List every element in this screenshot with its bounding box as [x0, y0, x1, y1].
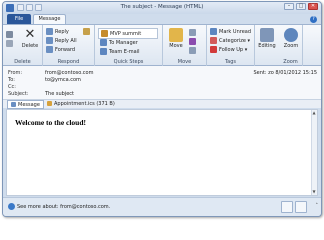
delete-group: ✕ Delete Delete: [3, 25, 43, 66]
calendar-icon: [47, 101, 52, 106]
tab-file[interactable]: File: [7, 14, 31, 24]
move-icon: [169, 28, 183, 42]
close-button[interactable]: ✕: [308, 3, 318, 10]
magnifier-icon: [284, 28, 298, 42]
tab-message[interactable]: Message: [33, 14, 66, 24]
mark-unread-button[interactable]: Mark Unread: [210, 28, 251, 35]
ribbon-tabs: File Message ?: [3, 14, 321, 24]
actions-icon[interactable]: [189, 47, 198, 54]
see-more-text: See more about: from@contoso.com.: [17, 204, 111, 210]
help-icon[interactable]: ?: [310, 16, 317, 23]
respond-group: Reply Reply All Forward Respond: [43, 25, 95, 66]
subject-value: The subject: [45, 91, 75, 97]
info-icon: [8, 203, 15, 210]
reply-all-icon: [46, 37, 53, 44]
forward-button[interactable]: Forward: [46, 46, 75, 53]
move-button[interactable]: Move: [166, 28, 186, 49]
scroll-down-icon[interactable]: ▼: [311, 189, 317, 195]
outlook-message-window: The subject - Message (HTML) – □ ✕ File …: [2, 1, 322, 217]
delete-group-label: Delete: [14, 59, 31, 65]
reply-all-button[interactable]: Reply All: [46, 37, 77, 44]
tags-group: Mark Unread Categorize ▾ Follow Up ▾ Tag…: [207, 25, 255, 66]
window-controls: – □ ✕: [284, 3, 318, 10]
zoom-group: Zoom Zoom: [279, 25, 303, 66]
forward-icon: [46, 46, 53, 53]
people-pane: See more about: from@contoso.com. ˄: [3, 197, 321, 216]
attachment-file[interactable]: Appointment.ics (371 B): [47, 101, 115, 108]
quick-step-icon: [101, 30, 108, 37]
more-respond-icon[interactable]: [83, 28, 92, 35]
scroll-up-icon[interactable]: ▲: [311, 110, 317, 116]
from-label: From:: [8, 70, 23, 76]
message-body[interactable]: Welcome to the cloud! ▲ ▼: [6, 109, 318, 196]
move-group: Move Move: [163, 25, 207, 66]
follow-up-button[interactable]: Follow Up ▾: [210, 46, 247, 53]
subject-label: Subject:: [8, 91, 29, 97]
rules-icon[interactable]: [189, 29, 198, 36]
move-group-label: Move: [177, 59, 192, 65]
ribbon: ✕ Delete Delete Reply Reply All Forward …: [3, 24, 321, 66]
quick-step-to-manager[interactable]: To Manager: [98, 38, 140, 47]
quick-step-icon: [100, 39, 107, 46]
editing-group: Editing: [255, 25, 279, 66]
to-label: To:: [8, 77, 15, 83]
quick-steps-group-label: Quick Steps: [113, 59, 144, 65]
message-header: From: from@contoso.com To: to@ymca.com C…: [3, 66, 321, 109]
sent-date: Sent: zo 8/01/2012 15:15: [253, 70, 317, 76]
tags-group-label: Tags: [224, 59, 237, 65]
body-text: Welcome to the cloud!: [15, 118, 87, 127]
delete-icon: ✕: [24, 27, 36, 42]
title-bar: The subject - Message (HTML) – □ ✕: [3, 2, 321, 14]
flag-icon: [210, 46, 217, 53]
envelope-icon: [11, 102, 16, 107]
contact-photo[interactable]: [295, 201, 307, 213]
delete-button[interactable]: ✕ Delete: [18, 27, 42, 50]
cc-label: Cc:: [8, 84, 16, 90]
minimize-button[interactable]: –: [284, 3, 294, 10]
quick-step-icon: [100, 48, 107, 55]
window-title: The subject - Message (HTML): [120, 4, 204, 10]
expand-icon[interactable]: ˄: [316, 203, 319, 209]
quick-step-team-email[interactable]: Team E-mail: [98, 47, 141, 56]
reply-button[interactable]: Reply: [46, 28, 69, 35]
message-attachment-tab[interactable]: Message: [7, 100, 44, 109]
binoculars-icon: [260, 28, 274, 42]
attachment-strip: Message Appointment.ics (371 B): [3, 99, 321, 109]
editing-button[interactable]: Editing: [256, 28, 278, 49]
zoom-button[interactable]: Zoom: [281, 28, 301, 49]
onenote-icon[interactable]: [189, 38, 198, 45]
to-value[interactable]: to@ymca.com: [45, 77, 81, 83]
maximize-button[interactable]: □: [296, 3, 306, 10]
categorize-icon: [210, 37, 217, 44]
reply-icon: [46, 28, 53, 35]
categorize-button[interactable]: Categorize ▾: [210, 37, 250, 44]
junk-icon[interactable]: [6, 40, 15, 47]
respond-group-label: Respond: [57, 59, 80, 65]
zoom-group-label: Zoom: [283, 59, 298, 65]
mark-unread-icon: [210, 28, 217, 35]
contact-photo[interactable]: [281, 201, 293, 213]
from-value[interactable]: from@contoso.com: [45, 70, 93, 76]
quick-steps-group: MVP summit To Manager Team E-mail Quick …: [95, 25, 163, 66]
ignore-icon[interactable]: [6, 31, 15, 38]
vertical-scrollbar[interactable]: ▲ ▼: [311, 110, 317, 195]
